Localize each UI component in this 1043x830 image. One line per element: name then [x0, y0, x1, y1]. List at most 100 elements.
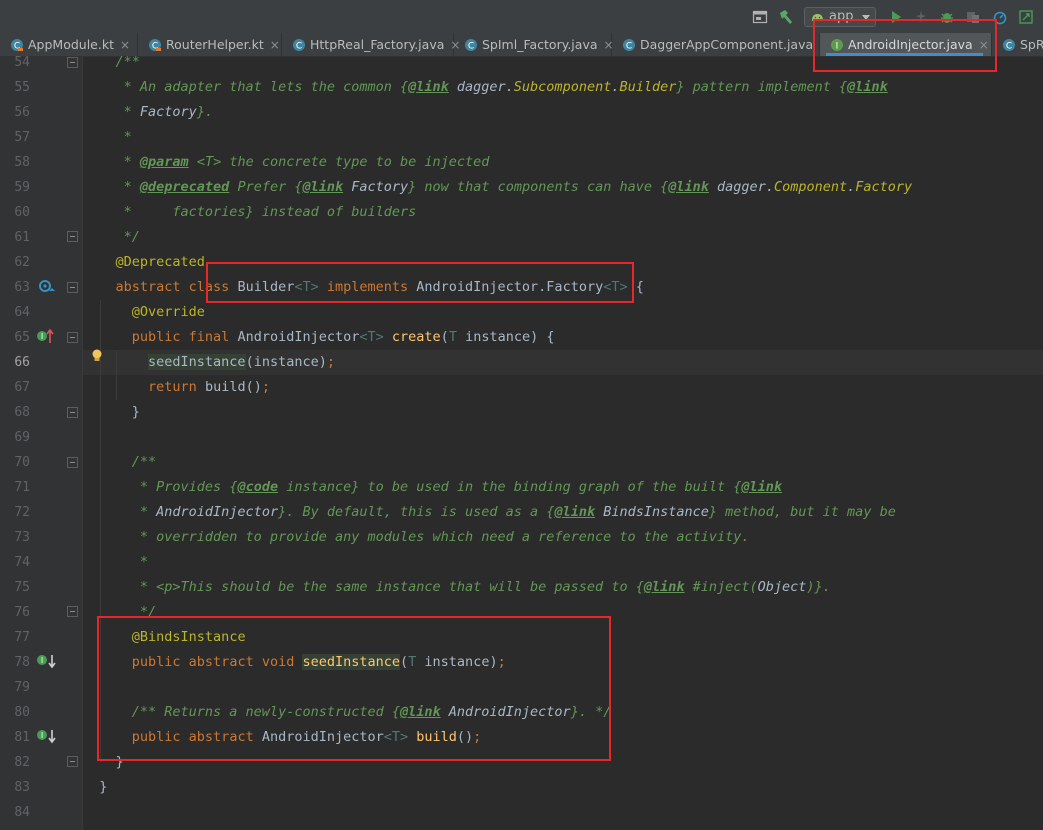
code-token: instance) { [465, 329, 555, 345]
code-token: Object [757, 579, 807, 595]
code-line[interactable]: * @param <T> the concrete type to be inj… [83, 150, 490, 175]
code-token: dagger. [448, 79, 514, 95]
fold-marker[interactable] [67, 231, 78, 242]
tab-spre[interactable]: C SpRe [992, 33, 1043, 56]
tab-label: RouterHelper.kt [166, 37, 264, 52]
svg-text:C: C [626, 41, 632, 51]
code-line[interactable]: /** [83, 450, 156, 475]
code-token: { [635, 579, 644, 595]
code-line[interactable]: * AndroidInjector}. By default, this is … [83, 500, 896, 525]
code-token: This should be the same instance that wi… [180, 579, 636, 595]
code-token: Factory [343, 179, 409, 195]
code-token: } [83, 779, 108, 795]
code-token: * [83, 554, 149, 570]
code-line[interactable]: @Override [83, 300, 205, 325]
java-class-icon: C [623, 38, 635, 51]
line-number: 58 [14, 155, 30, 170]
fold-marker[interactable] [67, 407, 78, 418]
line-number: 69 [14, 430, 30, 445]
code-token: * [83, 154, 140, 170]
code-line[interactable]: @Deprecated [83, 250, 205, 275]
code-token: #inject( [684, 579, 758, 595]
code-token: now that components can have [416, 179, 661, 195]
lightbulb-icon[interactable] [91, 348, 103, 364]
code-line[interactable]: * Provides {@code instance} to be used i… [83, 475, 782, 500]
frame-icon[interactable] [752, 9, 768, 25]
implementation-marker-icon[interactable] [38, 279, 56, 295]
code-token: public final [131, 329, 238, 345]
fold-marker[interactable] [67, 606, 78, 617]
implemented-down-arrow-icon[interactable]: I [36, 653, 58, 669]
code-token: dagger. [708, 179, 774, 195]
code-token: <T> the concrete type to be injected [188, 154, 490, 170]
code-token: seedInstance [148, 354, 246, 370]
code-token: T [448, 329, 466, 345]
override-up-arrow-icon[interactable]: I [36, 328, 54, 344]
line-number: 82 [14, 755, 30, 770]
code-token: * overridden to provide any modules whic… [83, 529, 750, 545]
code-line[interactable]: return build(); [83, 375, 270, 400]
code-token: Prefer [229, 179, 295, 195]
line-number: 80 [14, 705, 30, 720]
hammer-build-icon[interactable] [778, 9, 794, 25]
code-token: @link [302, 179, 344, 195]
line-number: 78 [14, 655, 30, 670]
code-line[interactable]: /** [83, 50, 140, 75]
tab-spiml-factory[interactable]: C SpIml_Factory.java × [454, 33, 614, 56]
code-token: AndroidInjector [237, 329, 360, 345]
tab-routerhelper[interactable]: C RouterHelper.kt × [138, 33, 282, 56]
fold-marker[interactable] [67, 756, 78, 767]
code-line[interactable]: * Factory}. [83, 100, 213, 125]
code-line[interactable]: } [83, 400, 140, 425]
line-number: 74 [14, 555, 30, 570]
java-class-icon: C [1003, 38, 1015, 51]
svg-text:I: I [41, 731, 43, 740]
code-token: { [838, 79, 848, 95]
line-number: 84 [14, 805, 30, 820]
fold-marker[interactable] [67, 332, 78, 343]
code-token: @link [408, 79, 449, 95]
code-line[interactable]: * factories} instead of builders [83, 200, 417, 225]
code-line[interactable]: * @deprecated Prefer {@link Factory} now… [83, 175, 913, 200]
code-line[interactable]: seedInstance(instance); [83, 350, 335, 375]
implemented-down-arrow-icon[interactable]: I [36, 728, 58, 744]
java-class-icon: C [465, 38, 477, 51]
code-line[interactable]: } [83, 775, 107, 800]
line-number: 67 [14, 380, 30, 395]
code-token: } [708, 504, 718, 520]
line-number: 59 [14, 180, 30, 195]
tab-label: SpRe [1020, 37, 1043, 52]
code-token: Factory [855, 179, 913, 195]
code-token: /** [83, 54, 140, 70]
line-number: 81 [14, 730, 30, 745]
code-token: method, but it may be [717, 504, 896, 520]
fold-marker[interactable] [67, 57, 78, 68]
line-number: 77 [14, 630, 30, 645]
sdk-manager-icon[interactable] [1018, 9, 1034, 25]
code-token: * [83, 504, 157, 520]
code-line[interactable]: public final AndroidInjector<T> create(T… [83, 325, 555, 350]
fold-marker[interactable] [67, 282, 78, 293]
line-number: 65 [14, 330, 30, 345]
code-line[interactable]: * [83, 550, 148, 575]
svg-text:I: I [41, 332, 43, 341]
code-token: * Provides [83, 479, 230, 495]
line-number: 79 [14, 680, 30, 695]
code-line[interactable]: * overridden to provide any modules whic… [83, 525, 750, 550]
code-token: Component [773, 179, 848, 195]
code-line[interactable]: * [83, 125, 132, 150]
fold-marker[interactable] [67, 457, 78, 468]
code-line[interactable]: */ [83, 225, 140, 250]
close-icon[interactable]: × [270, 38, 280, 52]
code-token: Subcomponent [513, 79, 612, 95]
java-class-icon: C [293, 38, 305, 51]
code-line[interactable]: * <p>This should be the same instance th… [83, 575, 831, 600]
code-token: } [676, 79, 685, 95]
code-line[interactable]: * An adapter that lets the common {@link… [83, 75, 888, 100]
tab-daggerappcomponent[interactable]: C DaggerAppComponent.java × [612, 33, 829, 56]
tab-httpreal-factory[interactable]: C HttpReal_Factory.java × [282, 33, 460, 56]
line-number: 56 [14, 105, 30, 120]
